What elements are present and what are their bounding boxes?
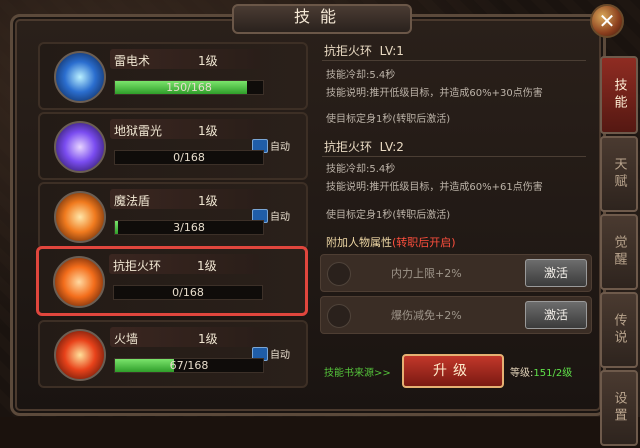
lv1-cooldown: 技能冷却:5.4秒 (326, 70, 396, 81)
lv2-title: 抗拒火环 LV:2 (324, 140, 404, 154)
tab-talent[interactable]: 天赋 (600, 136, 638, 212)
attr-row: 爆伤减免+2% 激活 (320, 296, 592, 334)
repel-fire-ring-skill-icon (53, 256, 105, 308)
lv2-cooldown: 技能冷却:5.4秒 (326, 164, 396, 175)
skill-item-magic-shield[interactable]: 魔法盾 1级 自动 3/168 (38, 182, 308, 250)
hell-thunder-skill-icon (54, 121, 106, 173)
close-button[interactable]: ✕ (590, 4, 624, 38)
attr-label: 爆伤减免+2% (391, 309, 462, 322)
skill-exp-text: 3/168 (173, 221, 205, 234)
skill-level: 1级 (198, 124, 218, 138)
lv2-description-2: 使目标定身1秒(转职后激活) (326, 210, 451, 221)
attr-circle-icon (327, 262, 351, 286)
skill-level: 1级 (197, 259, 217, 273)
skill-exp-text: 0/168 (172, 286, 204, 299)
attr-title: 附加人物属性(转职后开启) (326, 236, 456, 249)
lv2-description: 技能说明:推开低级目标，并造成60%+61点伤害 (326, 182, 543, 193)
skill-exp-text: 67/168 (169, 359, 209, 372)
skill-book-source-link[interactable]: 技能书来源>> (324, 364, 391, 379)
skill-exp-text: 0/168 (173, 151, 205, 164)
activate-button[interactable]: 激活 (525, 301, 587, 329)
skill-exp-bar: 67/168 (114, 358, 264, 373)
divider (322, 156, 586, 157)
tab-skills[interactable]: 技能 (600, 56, 638, 134)
skill-level: 1级 (198, 54, 218, 68)
upgrade-button[interactable]: 升级 (402, 354, 504, 388)
skill-level: 1级 (198, 194, 218, 208)
skill-list: 雷电术 1级 150/168 地狱雷光 1级 自动 0/168 魔法盾 1级 自… (36, 36, 308, 392)
skill-exp-bar: 0/168 (113, 285, 263, 300)
magic-shield-skill-icon (54, 191, 106, 243)
skill-level: 1级 (198, 332, 218, 346)
skill-name: 魔法盾 (114, 194, 151, 208)
side-tabs: 技能 天赋 觉醒 传说 设置 (600, 56, 638, 448)
skill-name: 地狱雷光 (114, 124, 163, 138)
skill-name: 火墙 (114, 332, 139, 346)
skill-detail-panel: 抗拒火环 LV:1 技能冷却:5.4秒 技能说明:推开低级目标，并造成60%+3… (316, 38, 592, 394)
fire-wall-skill-icon (54, 329, 106, 381)
skill-item-hell-thunder[interactable]: 地狱雷光 1级 自动 0/168 (38, 112, 308, 180)
skill-item-fire-wall[interactable]: 火墙 1级 自动 67/168 (38, 320, 308, 388)
attr-circle-icon (327, 304, 351, 328)
attr-row: 内力上限+2% 激活 (320, 254, 592, 292)
skill-name: 雷电术 (114, 54, 151, 68)
tab-settings[interactable]: 设置 (600, 370, 638, 446)
skill-exp-bar: 3/168 (114, 220, 264, 235)
lightning-skill-icon (54, 51, 106, 103)
attr-label: 内力上限+2% (391, 267, 462, 280)
skill-exp-bar: 0/168 (114, 150, 264, 165)
window-title: 技能 (293, 7, 346, 26)
tab-legend[interactable]: 传说 (600, 292, 638, 368)
skill-exp-text: 150/168 (166, 81, 212, 94)
tab-awaken[interactable]: 觉醒 (600, 214, 638, 290)
activate-button[interactable]: 激活 (525, 259, 587, 287)
skill-exp-bar: 150/168 (114, 80, 264, 95)
skill-name: 抗拒火环 (113, 259, 162, 273)
skill-item-lightning[interactable]: 雷电术 1级 150/168 (38, 42, 308, 110)
divider (322, 60, 586, 61)
lv1-description: 技能说明:推开低级目标，并造成60%+30点伤害 (326, 88, 543, 99)
lv1-title: 抗拒火环 LV:1 (324, 44, 404, 58)
skill-item-repel-fire-ring[interactable]: 抗拒火环 1级 0/168 (36, 246, 308, 316)
level-indicator: 等级:151/2级 (510, 368, 573, 379)
lv1-description-2: 使目标定身1秒(转职后激活) (326, 114, 451, 125)
close-icon: ✕ (598, 9, 616, 33)
